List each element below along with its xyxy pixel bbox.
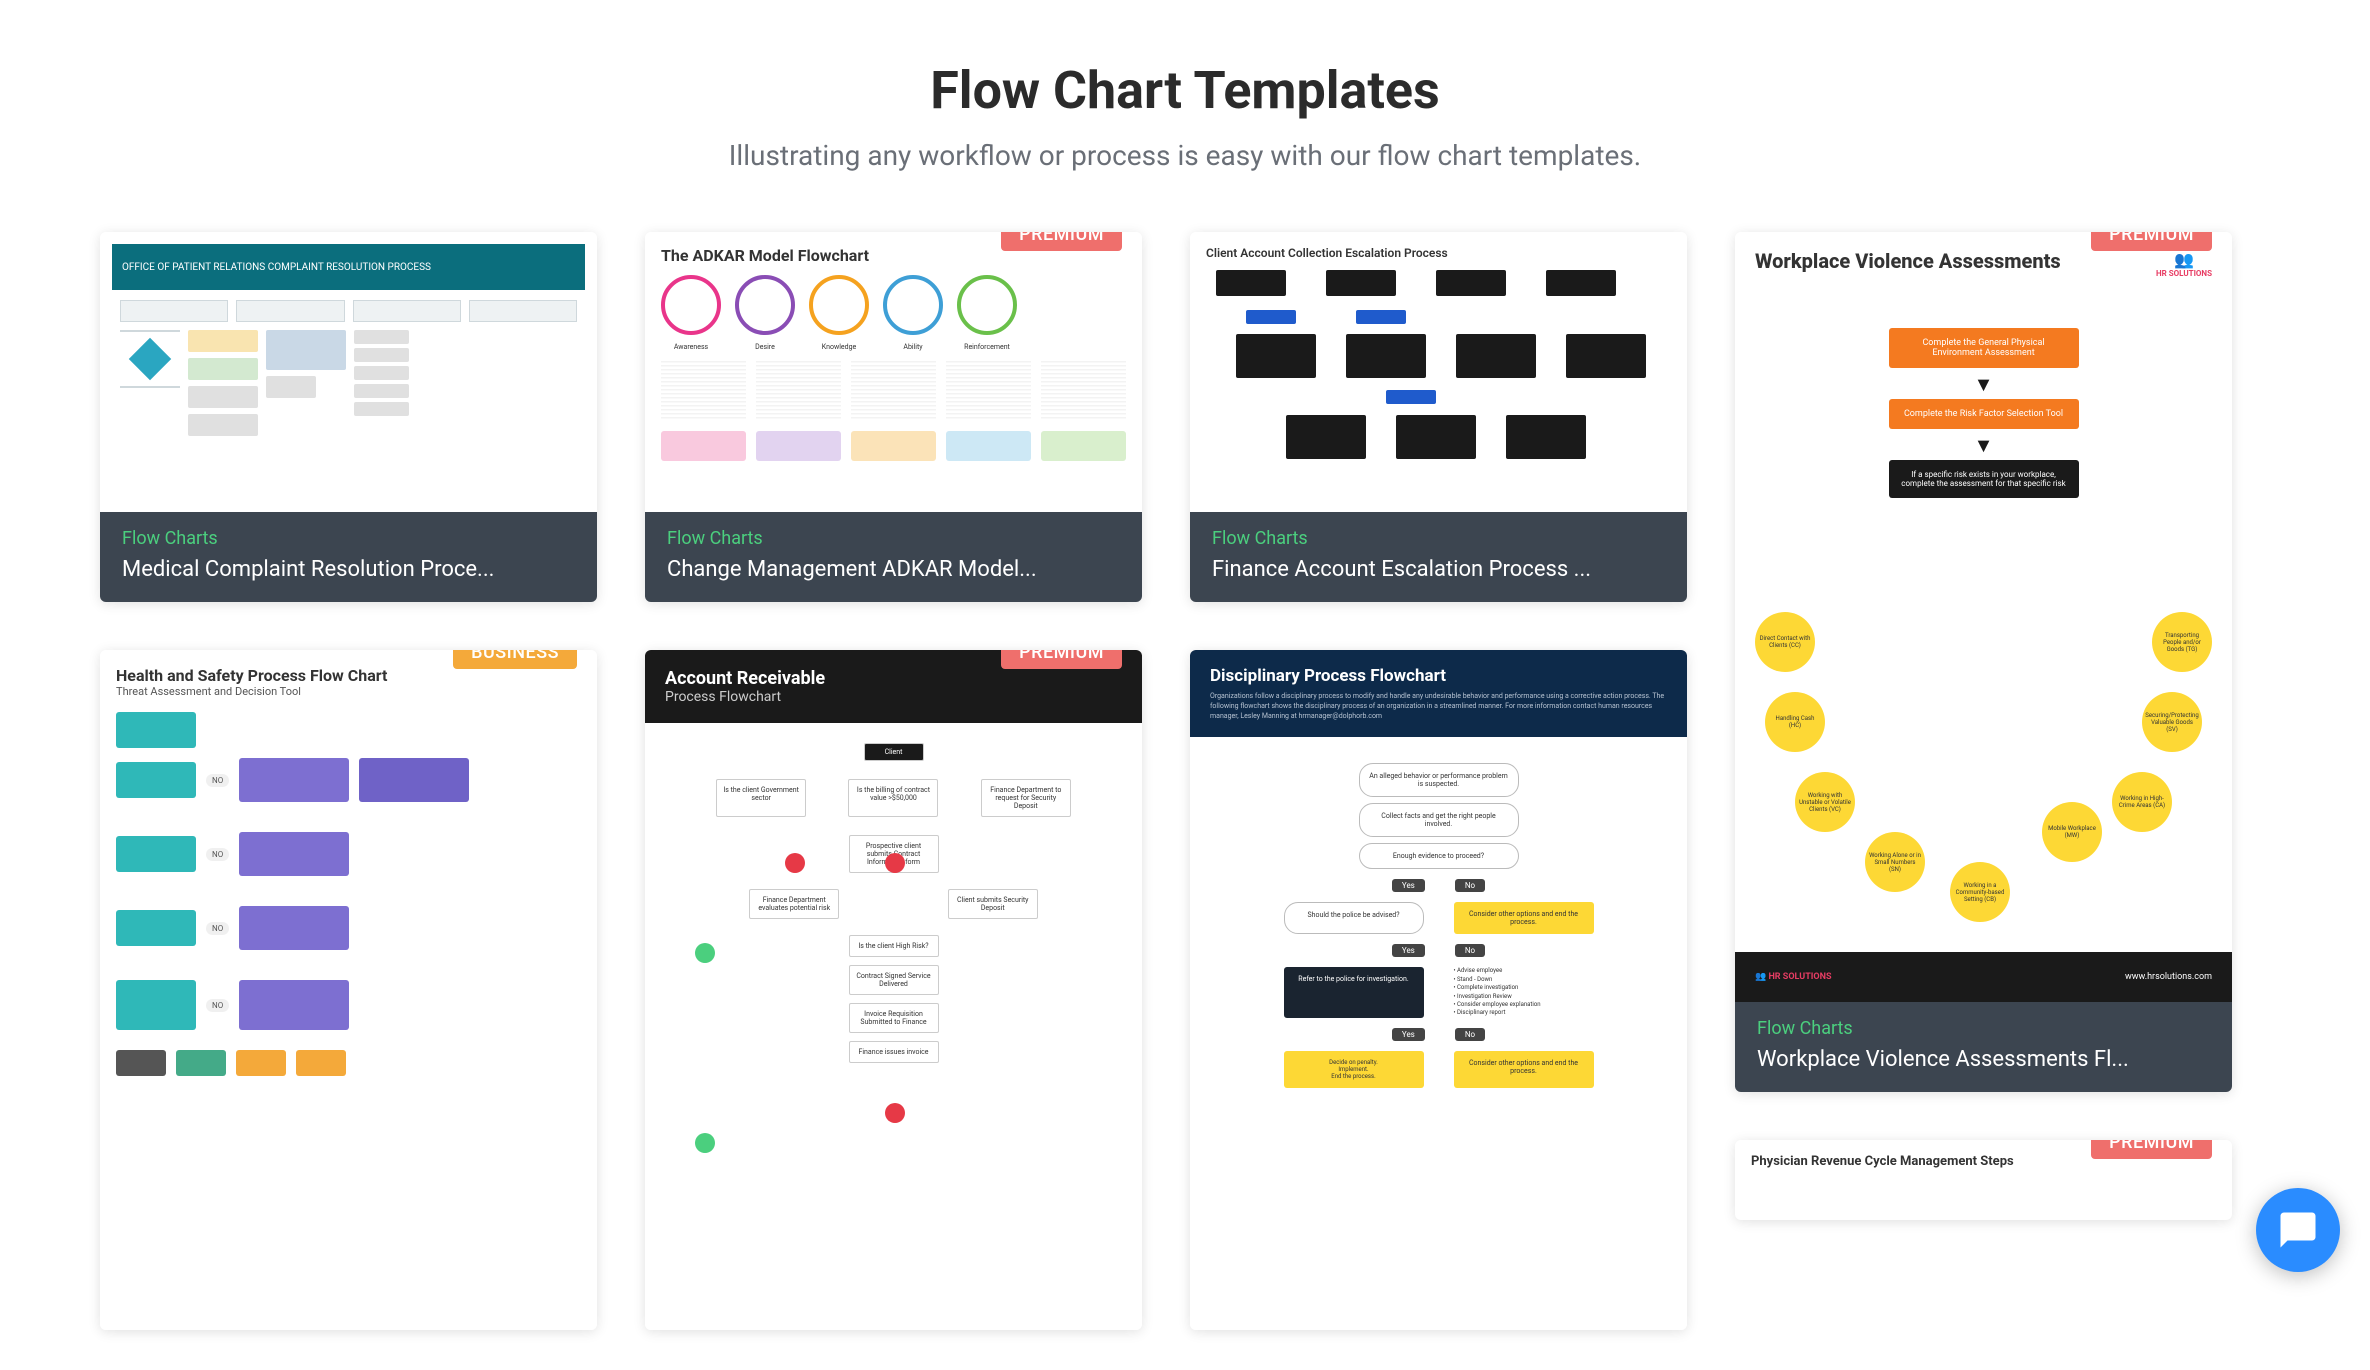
- premium-badge: PREMIUM: [2091, 1140, 2212, 1159]
- disc-dark-node: Refer to the police for investigation.: [1284, 967, 1424, 1017]
- risk-circle: Working with Unstable or Volatile Client…: [1795, 772, 1855, 832]
- risk-circle: Mobile Workplace (MW): [2042, 802, 2102, 862]
- card-caption: Flow Charts Finance Account Escalation P…: [1190, 512, 1687, 602]
- premium-badge: PREMIUM: [1001, 650, 1122, 669]
- grid-column: OFFICE OF PATIENT RELATIONS COMPLAINT RE…: [100, 232, 597, 1330]
- card-title: Change Management ADKAR Model...: [667, 557, 1120, 582]
- thumb-title: Disciplinary Process Flowchart: [1210, 666, 1667, 686]
- adkar-label: Desire: [735, 343, 795, 351]
- adkar-label: Knowledge: [809, 343, 869, 351]
- grid-column: PREMIUM The ADKAR Model Flowchart Awaren…: [645, 232, 1142, 1330]
- premium-badge: PREMIUM: [2091, 232, 2212, 251]
- no-tag: No: [1455, 1028, 1485, 1041]
- disc-node: An alleged behavior or performance probl…: [1359, 763, 1519, 797]
- yes-tag: Yes: [1392, 1028, 1425, 1041]
- page-root: Flow Chart Templates Illustrating any wo…: [0, 0, 2370, 1370]
- flow-box: Complete the General Physical Environmen…: [1889, 328, 2079, 368]
- thumb-subtitle: Organizations follow a disciplinary proc…: [1210, 692, 1667, 721]
- card-caption: Flow Charts Medical Complaint Resolution…: [100, 512, 597, 602]
- adkar-label: Reinforcement: [957, 343, 1017, 351]
- card-thumbnail: The ADKAR Model Flowchart Awareness Desi…: [645, 232, 1142, 512]
- disc-yellow-node: Consider other options and end the proce…: [1454, 902, 1594, 934]
- risk-circle: Working Alone or in Small Numbers (SN): [1865, 832, 1925, 892]
- template-card-health[interactable]: BUSINESS Health and Safety Process Flow …: [100, 650, 597, 1330]
- yes-tag: Yes: [1392, 879, 1425, 892]
- no-tag: No: [1455, 879, 1485, 892]
- template-card-finance[interactable]: Client Account Collection Escalation Pro…: [1190, 232, 1687, 602]
- risk-circle: Securing/Protecting Valuable Goods (SV): [2142, 692, 2202, 752]
- grid-column: Client Account Collection Escalation Pro…: [1190, 232, 1687, 1330]
- risk-circle: Direct Contact with Clients (CC): [1755, 612, 1815, 672]
- card-title: Workplace Violence Assessments Fl...: [1757, 1047, 2210, 1072]
- risk-circle: Handling Cash (HC): [1765, 692, 1825, 752]
- card-category: Flow Charts: [1212, 528, 1665, 549]
- flow-box: If a specific risk exists in your workpl…: [1889, 460, 2079, 498]
- card-thumbnail: Health and Safety Process Flow Chart Thr…: [100, 650, 597, 1330]
- thumb-title-b: Process Flowchart: [665, 689, 1122, 705]
- disc-node: Enough evidence to proceed?: [1359, 843, 1519, 869]
- thumb-title: Workplace Violence Assessments: [1755, 250, 2212, 272]
- template-card-ar[interactable]: PREMIUM Account Receivable Process Flowc…: [645, 650, 1142, 1330]
- page-header: Flow Chart Templates Illustrating any wo…: [100, 60, 2270, 172]
- adkar-label: Awareness: [661, 343, 721, 351]
- ar-client-node: Client: [864, 743, 924, 761]
- card-thumbnail: Workplace Violence Assessments 👥 HR SOLU…: [1735, 232, 2232, 1002]
- card-title: Finance Account Escalation Process ...: [1212, 557, 1665, 582]
- thumb-header: OFFICE OF PATIENT RELATIONS COMPLAINT RE…: [112, 244, 585, 290]
- chat-icon: [2277, 1209, 2319, 1251]
- template-card-physician[interactable]: PREMIUM Physician Revenue Cycle Manageme…: [1735, 1140, 2232, 1220]
- no-tag: No: [1455, 944, 1485, 957]
- disc-node: Collect facts and get the right people i…: [1359, 803, 1519, 837]
- thumb-title-a: Account Receivable: [665, 668, 1122, 689]
- risk-circle: Transporting People and/or Goods (TG): [2152, 612, 2212, 672]
- chat-widget-button[interactable]: [2256, 1188, 2340, 1272]
- footer-url: www.hrsolutions.com: [2125, 972, 2212, 982]
- yes-tag: Yes: [1392, 944, 1425, 957]
- grid-column: PREMIUM Workplace Violence Assessments 👥…: [1735, 232, 2232, 1330]
- business-badge: BUSINESS: [453, 650, 577, 669]
- template-card-disc[interactable]: Disciplinary Process Flowchart Organizat…: [1190, 650, 1687, 1330]
- premium-badge: PREMIUM: [1001, 232, 1122, 251]
- card-caption: Flow Charts Workplace Violence Assessmen…: [1735, 1002, 2232, 1092]
- page-subtitle: Illustrating any workflow or process is …: [100, 139, 2270, 172]
- disc-yellow-node: Consider other options and end the proce…: [1454, 1051, 1594, 1088]
- card-category: Flow Charts: [667, 528, 1120, 549]
- thumb-title: Client Account Collection Escalation Pro…: [1206, 246, 1671, 260]
- card-thumbnail: Disciplinary Process Flowchart Organizat…: [1190, 650, 1687, 1330]
- card-caption: Flow Charts Change Management ADKAR Mode…: [645, 512, 1142, 602]
- template-card-violence[interactable]: PREMIUM Workplace Violence Assessments 👥…: [1735, 232, 2232, 1092]
- card-thumbnail: OFFICE OF PATIENT RELATIONS COMPLAINT RE…: [100, 232, 597, 512]
- hr-logo: 👥 HR SOLUTIONS: [2156, 250, 2212, 278]
- risk-circle: Working in a Community-based Setting (CB…: [1950, 862, 2010, 922]
- card-thumbnail: Account Receivable Process Flowchart Cli…: [645, 650, 1142, 1330]
- card-thumbnail: Client Account Collection Escalation Pro…: [1190, 232, 1687, 512]
- adkar-label: Ability: [883, 343, 943, 351]
- template-card-medical[interactable]: OFFICE OF PATIENT RELATIONS COMPLAINT RE…: [100, 232, 597, 602]
- risk-circle: Working in High-Crime Areas (CA): [2112, 772, 2172, 832]
- disc-node: Should the police be advised?: [1284, 902, 1424, 934]
- template-grid: OFFICE OF PATIENT RELATIONS COMPLAINT RE…: [100, 232, 2270, 1330]
- flow-box: Complete the Risk Factor Selection Tool: [1889, 399, 2079, 429]
- template-card-adkar[interactable]: PREMIUM The ADKAR Model Flowchart Awaren…: [645, 232, 1142, 602]
- card-category: Flow Charts: [122, 528, 575, 549]
- card-title: Medical Complaint Resolution Proce...: [122, 557, 575, 582]
- card-category: Flow Charts: [1757, 1018, 2210, 1039]
- page-title: Flow Chart Templates: [100, 60, 2270, 121]
- thumb-subtitle: Threat Assessment and Decision Tool: [116, 685, 581, 698]
